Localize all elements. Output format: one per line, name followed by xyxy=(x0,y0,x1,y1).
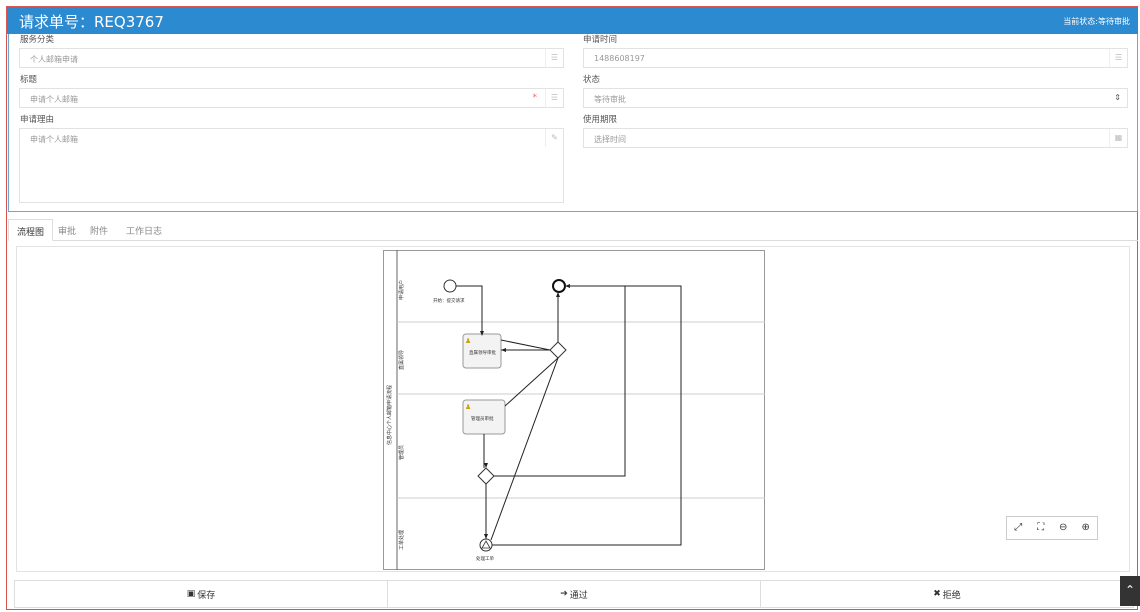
save-icon: ▣ xyxy=(186,589,196,599)
tab-bar: 流程图 审批 附件 工作日志 xyxy=(8,219,1138,241)
tab-approval[interactable]: 审批 xyxy=(50,219,84,241)
status-value: 等待审批 xyxy=(594,95,626,104)
tab-worklog[interactable]: 工作日志 xyxy=(118,219,170,241)
page-header: 请求单号：REQ3767 当前状态:等待审批 xyxy=(7,7,1138,34)
zoom-in-icon[interactable]: ⊕ xyxy=(1075,517,1098,539)
list-icon: ☰ xyxy=(545,49,563,67)
task-label: 直属领导审批 xyxy=(469,349,496,356)
pool-label: 信息中心个人邮箱申请流程 xyxy=(386,385,393,445)
user-icon: ♟ xyxy=(465,403,471,411)
zoom-toolbar: ⤢ ⛶ ⊖ ⊕ xyxy=(1006,516,1098,540)
end-label: 处理工单 xyxy=(476,555,494,562)
lane-label: 管理员 xyxy=(398,445,405,460)
validity-field[interactable]: 选择时间 ▦ xyxy=(583,128,1128,148)
task-label: 管理员审批 xyxy=(471,415,494,422)
status-label: 状态 xyxy=(583,75,601,85)
scroll-top-button[interactable]: ⌃ xyxy=(1120,576,1140,606)
apply-time-label: 申请时间 xyxy=(583,35,618,45)
save-label: 保存 xyxy=(197,590,216,601)
lane-label: 工单处理 xyxy=(398,530,405,550)
required-mark: * xyxy=(532,93,538,103)
close-icon: ✖ xyxy=(933,589,941,599)
chevron-up-icon: ⌃ xyxy=(1124,583,1136,597)
title-field[interactable]: 申请个人邮箱 * ☰ xyxy=(19,88,564,108)
start-event xyxy=(443,279,457,293)
expand-icon[interactable]: ⤢ xyxy=(1007,517,1030,539)
action-bar: ▣ 保存 ➔ 通过 ✖ 拒绝 xyxy=(14,580,1134,608)
user-icon: ♟ xyxy=(465,337,471,345)
service-category-label: 服务分类 xyxy=(20,35,55,45)
start-label: 开始：提交请求 xyxy=(433,297,465,304)
approve-button[interactable]: ➔ 通过 xyxy=(388,581,761,607)
comment-icon: ✎ xyxy=(545,129,563,147)
chevron-up-down-icon: ⇕ xyxy=(1114,93,1121,102)
validity-placeholder: 选择时间 xyxy=(594,135,626,144)
reason-label: 申请理由 xyxy=(20,115,55,125)
status-text: 当前状态:等待审批 xyxy=(1063,17,1130,26)
apply-time-field[interactable]: 1488608197 ☰ xyxy=(583,48,1128,68)
service-category-value: 个人邮箱申请 xyxy=(30,55,78,64)
list-icon: ☰ xyxy=(1109,49,1127,67)
status-select[interactable]: 等待审批 ⇕ xyxy=(583,88,1128,108)
approve-label: 通过 xyxy=(569,590,588,601)
lane-label: 申请用户 xyxy=(398,280,405,300)
fit-icon[interactable]: ⛶ xyxy=(1030,517,1053,539)
list-icon: ☰ xyxy=(545,89,563,107)
validity-label: 使用期限 xyxy=(583,115,618,125)
apply-time-value: 1488608197 xyxy=(594,54,645,63)
reject-label: 拒绝 xyxy=(942,590,961,601)
reason-value: 申请个人邮箱 xyxy=(30,135,78,144)
reason-textarea[interactable]: 申请个人邮箱 ✎ xyxy=(19,128,564,203)
service-category-field[interactable]: 个人邮箱申请 ☰ xyxy=(19,48,564,68)
bpmn-diagram: 信息中心个人邮箱申请流程 申请用户 直属领导 管理员 工单处理 开始：提交请求 … xyxy=(383,250,765,570)
arrow-right-icon: ➔ xyxy=(560,589,568,599)
zoom-out-icon[interactable]: ⊖ xyxy=(1052,517,1075,539)
calendar-icon: ▦ xyxy=(1109,129,1127,147)
save-button[interactable]: ▣ 保存 xyxy=(15,581,388,607)
lane-label: 直属领导 xyxy=(398,350,405,370)
page-title: 请求单号：REQ3767 xyxy=(19,13,164,31)
tab-flowchart[interactable]: 流程图 xyxy=(8,219,54,241)
tab-attachments[interactable]: 附件 xyxy=(82,219,116,241)
reject-button[interactable]: ✖ 拒绝 xyxy=(761,581,1133,607)
title-label: 标题 xyxy=(20,75,38,85)
title-value: 申请个人邮箱 xyxy=(30,95,78,104)
end-event xyxy=(552,279,566,293)
